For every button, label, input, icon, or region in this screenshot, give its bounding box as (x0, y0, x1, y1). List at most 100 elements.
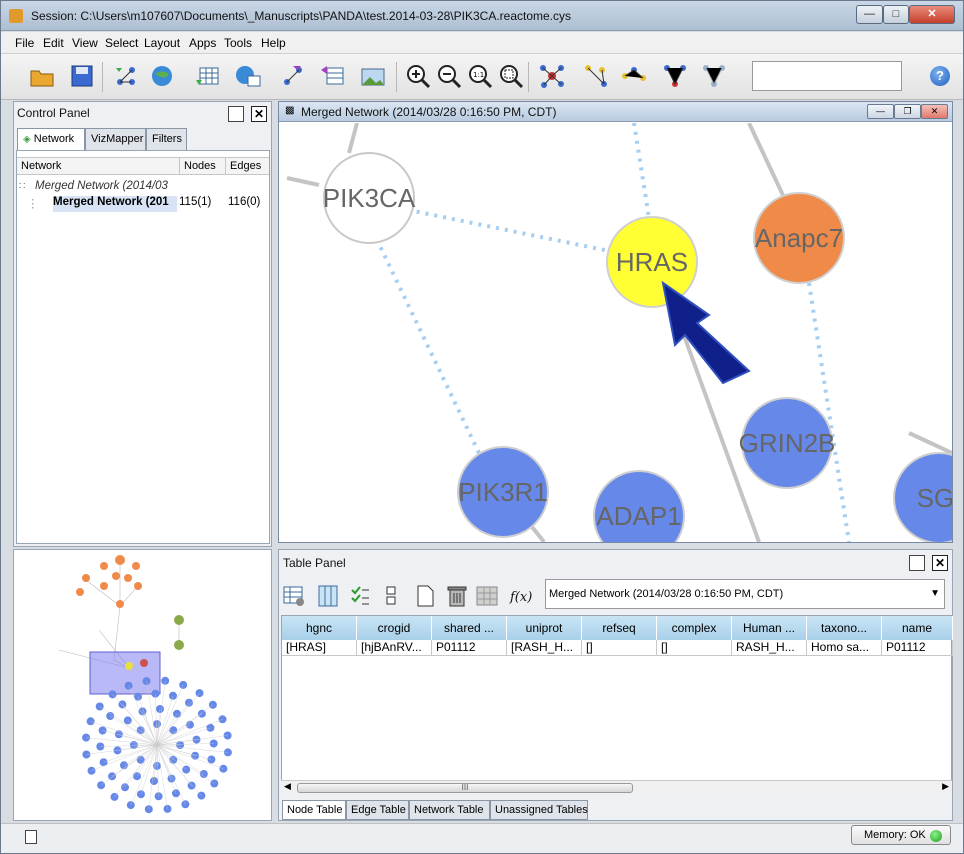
first-neighbors-icon[interactable] (538, 62, 566, 90)
table-cell[interactable]: [RASH_H... (507, 640, 582, 656)
table-cell[interactable]: P01112 (432, 640, 507, 656)
tab-network-table[interactable]: Network Table (409, 800, 490, 820)
node-table[interactable]: hgnc crogid shared ... uniprot refseq complex… (281, 615, 953, 789)
network-node-adap1[interactable]: ADAP1 (593, 470, 685, 542)
column-header[interactable]: uniprot (507, 616, 582, 640)
network-list: Network Nodes Edges ∷ Merged Network (20… (16, 150, 270, 544)
close-panel-icon[interactable]: ✕ (932, 555, 948, 571)
menu-apps[interactable]: Apps (189, 36, 216, 50)
tab-filters[interactable]: Filters (146, 128, 187, 150)
show-all-icon[interactable] (620, 62, 648, 90)
delete-table-icon[interactable] (475, 584, 499, 608)
close-panel-icon[interactable]: ✕ (251, 106, 267, 122)
zoom-out-icon[interactable] (435, 62, 463, 90)
view-minimize-button[interactable]: — (867, 104, 894, 119)
menu-edit[interactable]: Edit (43, 36, 64, 50)
minimize-button[interactable]: — (856, 5, 883, 24)
column-header[interactable]: name (882, 616, 953, 640)
trash-icon[interactable] (445, 584, 469, 608)
function-builder-icon[interactable]: f(x) (509, 584, 533, 608)
float-panel-icon[interactable] (228, 106, 244, 122)
zoom-actual-size-icon[interactable]: 1:1 (466, 62, 494, 90)
new-column-icon[interactable] (413, 584, 437, 608)
zoom-fit-icon[interactable] (497, 62, 525, 90)
column-edges[interactable]: Edges (230, 160, 261, 172)
table-cell[interactable]: Homo sa... (807, 640, 882, 656)
horizontal-scrollbar[interactable]: ◀ III ▶ (281, 780, 952, 794)
column-header[interactable]: complex (657, 616, 732, 640)
table-cell[interactable]: [] (582, 640, 657, 656)
select-all-icon[interactable] (348, 584, 372, 608)
tab-unassigned-tables[interactable]: Unassigned Tables (490, 800, 588, 820)
import-table-icon[interactable] (194, 62, 222, 90)
menu-file[interactable]: File (15, 36, 34, 50)
help-icon[interactable]: ? (930, 66, 950, 86)
select-nodes-icon[interactable] (661, 62, 689, 90)
pointer-cursor-icon (661, 280, 751, 385)
column-header[interactable]: refseq (582, 616, 657, 640)
network-canvas[interactable]: PIK3CA HRAS Anapc7 GRIN2B PIK3R1 ADAP1 SGI (279, 123, 952, 542)
scroll-left-icon[interactable]: ◀ (284, 781, 291, 792)
show-columns-icon[interactable] (316, 584, 340, 608)
column-header[interactable]: hgnc (282, 616, 357, 640)
menu-layout[interactable]: Layout (144, 36, 180, 50)
close-button[interactable]: ✕ (909, 5, 955, 24)
network-row-selected[interactable]: ⋮ Merged Network (201 115(1) 116(0) (17, 196, 269, 212)
scroll-right-icon[interactable]: ▶ (942, 781, 949, 792)
column-header[interactable]: taxono... (807, 616, 882, 640)
memory-ok-icon (930, 830, 942, 842)
column-network[interactable]: Network (21, 160, 61, 172)
open-folder-icon[interactable] (28, 62, 56, 90)
status-bar: Memory: OK (1, 823, 963, 853)
column-header[interactable]: crogid (357, 616, 432, 640)
tab-network[interactable]: ◈ Network (17, 128, 85, 151)
select-edges-icon[interactable] (700, 62, 728, 90)
export-table-icon[interactable] (319, 62, 347, 90)
save-icon[interactable] (68, 62, 96, 90)
import-table-web-icon[interactable] (234, 62, 262, 90)
import-network-web-icon[interactable] (149, 62, 177, 90)
import-network-icon[interactable] (112, 62, 140, 90)
tab-node-table[interactable]: Node Table (282, 800, 346, 820)
network-selector[interactable]: Merged Network (2014/03/28 0:16:50 PM, C… (545, 579, 945, 609)
table-cell[interactable]: RASH_H... (732, 640, 807, 656)
table-cell[interactable]: [] (657, 640, 732, 656)
network-node-hras[interactable]: HRAS (606, 216, 698, 308)
table-cell[interactable]: [HRAS] (282, 640, 357, 656)
tab-edge-table[interactable]: Edge Table (346, 800, 409, 820)
svg-text:1:1: 1:1 (473, 71, 484, 79)
tab-vizmapper[interactable]: VizMapper (85, 128, 146, 150)
float-panel-icon[interactable] (909, 555, 925, 571)
network-node-anapc7[interactable]: Anapc7 (753, 192, 845, 284)
network-node-pik3ca[interactable]: PIK3CA (323, 152, 416, 244)
hide-selected-icon[interactable] (582, 62, 610, 90)
network-row-parent[interactable]: ∷ Merged Network (2014/03 (17, 180, 269, 196)
network-node-grin2b[interactable]: GRIN2B (739, 397, 836, 489)
network-node-pik3r1[interactable]: PIK3R1 (457, 446, 549, 538)
table-cell[interactable]: P01112 (882, 640, 953, 656)
scrollbar-thumb[interactable]: III (297, 783, 633, 793)
network-node-count: 115(1) (179, 196, 212, 208)
network-node-sgi[interactable]: SGI (893, 452, 952, 542)
split-column-icon[interactable] (379, 584, 403, 608)
view-close-button[interactable]: ✕ (921, 104, 948, 119)
view-restore-button[interactable]: ❐ (894, 104, 921, 119)
menu-select[interactable]: Select (105, 36, 138, 50)
search-input[interactable] (752, 61, 902, 91)
table-cell[interactable]: [hjBAnRV... (357, 640, 432, 656)
zoom-in-icon[interactable] (404, 62, 432, 90)
network-overview[interactable] (13, 549, 272, 821)
task-history-icon[interactable] (25, 830, 37, 844)
export-network-icon[interactable] (279, 62, 307, 90)
column-header[interactable]: shared ... (432, 616, 507, 640)
column-nodes[interactable]: Nodes (184, 160, 216, 172)
column-header[interactable]: Human ... (732, 616, 807, 640)
export-image-icon[interactable] (359, 62, 387, 90)
memory-status-button[interactable]: Memory: OK (851, 825, 951, 845)
menu-view[interactable]: View (72, 36, 98, 50)
table-settings-icon[interactable] (282, 584, 306, 608)
menu-help[interactable]: Help (261, 36, 286, 50)
svg-text:f(x): f(x) (509, 590, 532, 605)
maximize-button[interactable]: □ (883, 5, 909, 24)
menu-tools[interactable]: Tools (224, 36, 252, 50)
